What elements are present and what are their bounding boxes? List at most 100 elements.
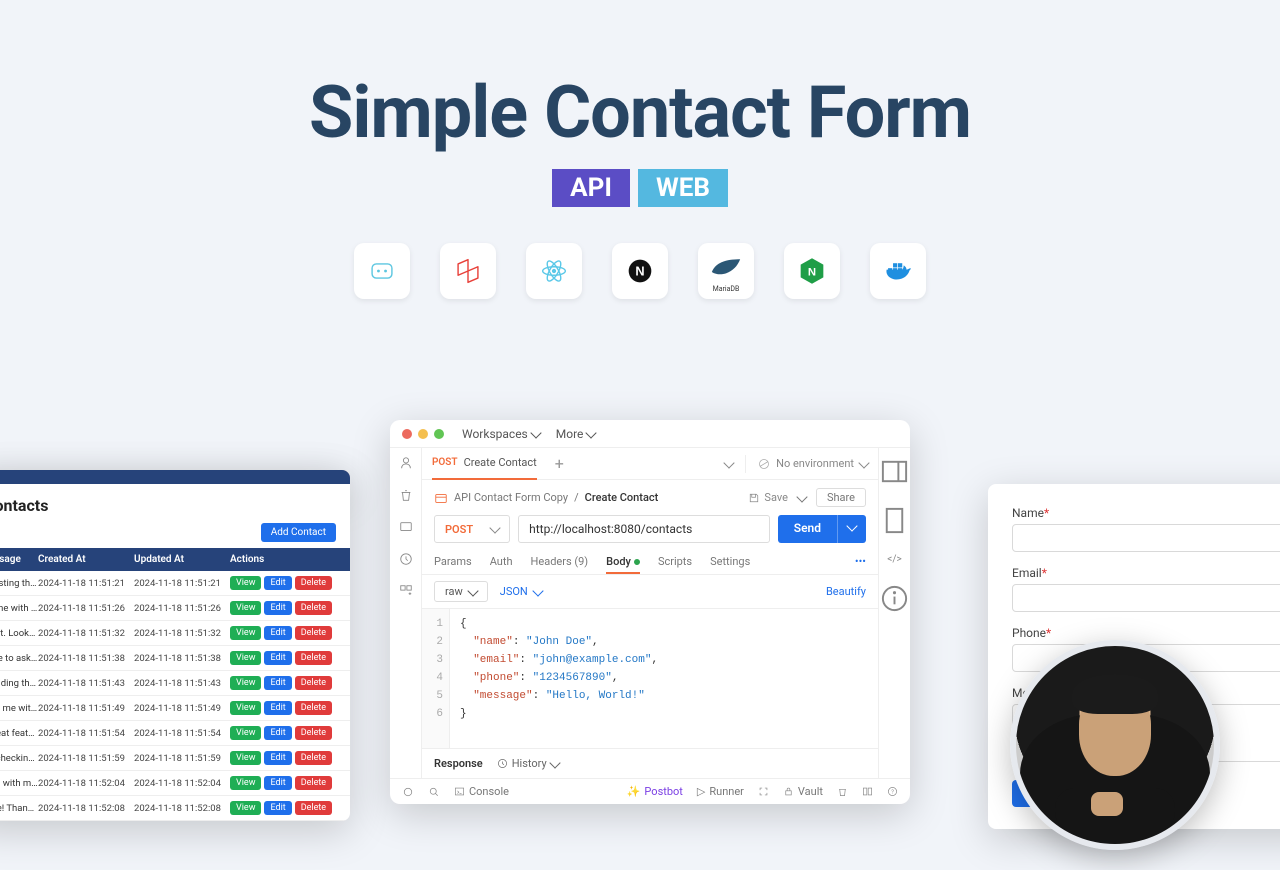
view-button[interactable]: View — [230, 651, 261, 665]
beautify-button[interactable]: Beautify — [826, 585, 866, 598]
cell-created: 2024-11-18 11:51:49 — [38, 703, 134, 714]
tab-auth[interactable]: Auth — [490, 555, 513, 568]
delete-button[interactable]: Delete — [295, 726, 332, 740]
body-type-selector[interactable]: raw — [434, 581, 488, 602]
table-row: ceed with my request?2024-11-18 11:52:04… — [0, 771, 350, 796]
method-selector[interactable]: POST — [434, 515, 510, 543]
capture-icon[interactable] — [758, 786, 769, 797]
vault-button[interactable]: Vault — [783, 785, 823, 798]
send-button[interactable]: Send — [778, 515, 837, 543]
view-button[interactable]: View — [230, 726, 261, 740]
maximize-icon[interactable] — [434, 429, 444, 439]
help-icon[interactable]: ? — [887, 786, 898, 797]
close-icon[interactable] — [402, 429, 412, 439]
view-button[interactable]: View — [230, 601, 261, 615]
runner-button[interactable]: ▷ Runner — [697, 785, 744, 798]
view-button[interactable]: View — [230, 676, 261, 690]
doc-icon[interactable] — [879, 505, 910, 536]
delete-button[interactable]: Delete — [295, 701, 332, 715]
new-tab-button[interactable]: + — [555, 454, 564, 473]
layout-icon[interactable] — [862, 786, 873, 797]
tab-scripts[interactable]: Scripts — [658, 555, 692, 568]
table-row: a great feature!2024-11-18 11:51:542024-… — [0, 721, 350, 746]
edit-button[interactable]: Edit — [264, 776, 291, 790]
user-icon[interactable] — [399, 456, 413, 470]
table-row: providing this form!2024-11-18 11:51:432… — [0, 671, 350, 696]
badge-api: API — [552, 169, 630, 207]
delete-button[interactable]: Delete — [295, 601, 332, 615]
next-icon: N — [612, 243, 668, 299]
badge-web: WEB — [638, 169, 728, 207]
view-button[interactable]: View — [230, 701, 261, 715]
view-button[interactable]: View — [230, 776, 261, 790]
add-contact-button[interactable]: Add Contact — [261, 523, 336, 542]
edit-button[interactable]: Edit — [264, 576, 291, 590]
nginx-icon: N — [784, 243, 840, 299]
minimize-icon[interactable] — [418, 429, 428, 439]
breadcrumb-current: Create Contact — [585, 491, 659, 504]
code-icon[interactable]: </> — [887, 554, 901, 565]
edit-button[interactable]: Edit — [264, 601, 291, 615]
edit-button[interactable]: Edit — [264, 801, 291, 815]
left-rail — [390, 448, 422, 778]
share-button[interactable]: Share — [816, 488, 866, 507]
delete-button[interactable]: Delete — [295, 676, 332, 690]
delete-button[interactable]: Delete — [295, 651, 332, 665]
avatar — [1010, 640, 1220, 850]
edit-button[interactable]: Edit — [264, 651, 291, 665]
react-icon — [526, 243, 582, 299]
delete-button[interactable]: Delete — [295, 801, 332, 815]
edit-button[interactable]: Edit — [264, 626, 291, 640]
info-icon[interactable] — [879, 583, 910, 614]
breadcrumb-collection[interactable]: API Contact Form Copy — [454, 491, 568, 504]
table-row: st testing this form.2024-11-18 11:51:21… — [0, 571, 350, 596]
col-actions: Actions — [230, 554, 340, 565]
screen-icon[interactable] — [399, 520, 413, 534]
postbot-button[interactable]: ✨ Postbot — [627, 785, 683, 798]
url-input[interactable]: http://localhost:8080/contacts — [518, 515, 770, 543]
cell-updated: 2024-11-18 11:52:08 — [134, 803, 230, 814]
sidebar-icon[interactable] — [879, 456, 910, 487]
cell-created: 2024-11-18 11:51:59 — [38, 753, 134, 764]
tab-headers[interactable]: Headers (9) — [531, 555, 589, 568]
history-dropdown[interactable]: History — [497, 757, 559, 770]
console-button[interactable]: Console — [454, 785, 509, 798]
tab-settings[interactable]: Settings — [710, 555, 750, 568]
search-icon[interactable] — [428, 786, 440, 798]
tab-body[interactable]: Body — [606, 555, 640, 568]
svg-text:N: N — [635, 263, 644, 278]
view-button[interactable]: View — [230, 801, 261, 815]
delete-button[interactable]: Delete — [295, 776, 332, 790]
edit-button[interactable]: Edit — [264, 701, 291, 715]
view-button[interactable]: View — [230, 576, 261, 590]
view-button[interactable]: View — [230, 751, 261, 765]
delete-button[interactable]: Delete — [295, 576, 332, 590]
more-menu[interactable]: More — [556, 427, 596, 441]
cms-title: Contacts — [0, 496, 336, 515]
env-selector[interactable]: No environment — [758, 457, 868, 470]
cell-message: is out. Looks good! — [0, 628, 38, 639]
code-editor[interactable]: 123456 { "name": "John Doe", "email": "j… — [422, 608, 878, 748]
name-input[interactable] — [1012, 524, 1280, 552]
cell-updated: 2024-11-18 11:51:43 — [134, 678, 230, 689]
delete-button[interactable]: Delete — [295, 626, 332, 640]
view-button[interactable]: View — [230, 626, 261, 640]
delete-button[interactable]: Delete — [295, 751, 332, 765]
send-options-button[interactable] — [837, 515, 866, 543]
edit-button[interactable]: Edit — [264, 676, 291, 690]
trash-footer-icon[interactable] — [837, 786, 848, 797]
edit-button[interactable]: Edit — [264, 726, 291, 740]
save-button[interactable]: Save — [748, 491, 788, 504]
edit-button[interactable]: Edit — [264, 751, 291, 765]
email-input[interactable] — [1012, 584, 1280, 612]
history-icon[interactable] — [399, 552, 413, 566]
workspaces-menu[interactable]: Workspaces — [462, 427, 540, 441]
tab-params[interactable]: Params — [434, 555, 472, 568]
request-tab[interactable]: POST Create Contact — [432, 448, 537, 480]
phone-label: Phone* — [1012, 626, 1280, 640]
more-icon[interactable]: ••• — [855, 555, 866, 568]
trash-icon[interactable] — [399, 488, 413, 502]
body-format-selector[interactable]: JSON — [500, 585, 542, 598]
cell-message: ceed with my request? — [0, 778, 38, 789]
grid-icon[interactable] — [399, 584, 413, 598]
